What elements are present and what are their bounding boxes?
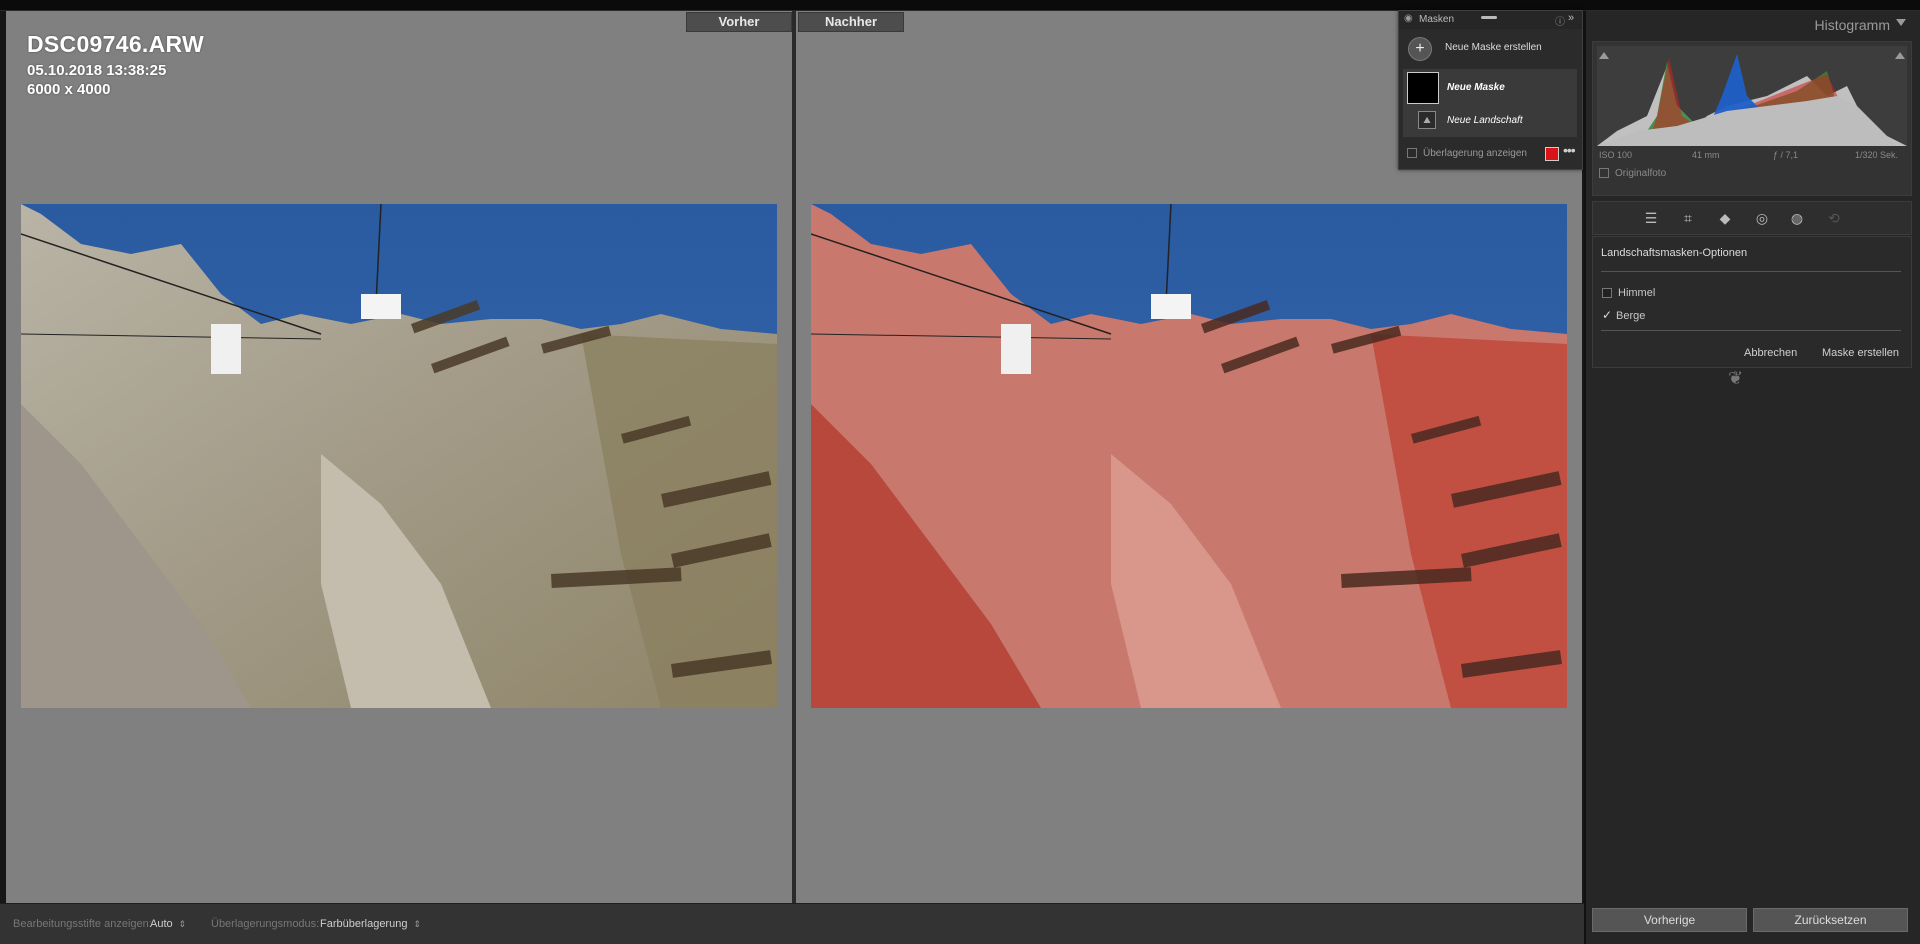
- masking-icon[interactable]: ◍: [1789, 210, 1805, 226]
- histogram: ISO 100 41 mm ƒ / 7,1 1/320 Sek. Origina…: [1592, 41, 1912, 196]
- collapse-triangle-icon[interactable]: [1896, 19, 1906, 26]
- collapse-chevron-icon[interactable]: »: [1568, 12, 1574, 24]
- previous-button[interactable]: Vorherige: [1592, 908, 1747, 932]
- histogram-graph: [1597, 46, 1907, 146]
- after-tab[interactable]: Nachher: [798, 12, 904, 32]
- eraser-icon[interactable]: ◆: [1717, 210, 1733, 226]
- focal-length: 41 mm: [1692, 150, 1720, 160]
- cancel-button[interactable]: Abbrechen: [1744, 347, 1797, 359]
- histogram-title: Histogramm: [1814, 17, 1890, 33]
- shadow-clipping-icon[interactable]: [1599, 52, 1609, 59]
- image-dimensions: 6000 x 4000: [27, 81, 111, 98]
- histogram-header[interactable]: Histogramm: [1586, 11, 1916, 39]
- masks-panel-header[interactable]: ◉ Masken ⓘ »: [1399, 11, 1582, 29]
- landscape-icon[interactable]: ⛰: [1418, 111, 1436, 129]
- mask-name[interactable]: Neue Maske: [1447, 82, 1505, 93]
- show-overlay-checkbox[interactable]: [1407, 148, 1417, 159]
- option-mountains[interactable]: ✓ Berge: [1602, 308, 1645, 322]
- mask-list[interactable]: Neue Maske ⛰ Neue Landschaft: [1403, 69, 1577, 137]
- masks-panel[interactable]: ◉ Masken ⓘ » + Neue Maske erstellen Neue…: [1398, 10, 1583, 170]
- aperture: ƒ / 7,1: [1773, 150, 1799, 160]
- top-strip: [0, 0, 1920, 11]
- panel-end-ornament-icon: ❦: [1728, 368, 1744, 388]
- before-tab[interactable]: Vorher: [686, 12, 792, 32]
- help-icon[interactable]: ⓘ: [1555, 13, 1565, 28]
- divider: [1601, 271, 1901, 272]
- show-overlay-toggle[interactable]: Überlagerung anzeigen: [1407, 148, 1527, 159]
- red-eye-icon[interactable]: ◎: [1754, 210, 1770, 226]
- eye-icon[interactable]: ◉: [1404, 13, 1413, 24]
- highlight-clipping-icon[interactable]: [1895, 52, 1905, 59]
- tool-strip: ☰ ⌗ ◆ ◎ ◍ ⟲: [1592, 201, 1912, 235]
- sliders-icon[interactable]: ☰: [1643, 210, 1659, 226]
- create-mask-label[interactable]: Neue Maske erstellen: [1445, 42, 1542, 53]
- original-photo-toggle[interactable]: Originalfoto: [1599, 168, 1666, 179]
- image-info-overlay: DSC09746.ARW 05.10.2018 13:38:25 6000 x …: [27, 31, 204, 98]
- drag-handle-icon[interactable]: [1481, 16, 1497, 19]
- capture-datetime: 05.10.2018 13:38:25: [27, 62, 167, 79]
- before-pane[interactable]: Vorher DSC09746.ARW 05.10.2018 13:38:25 …: [6, 11, 792, 903]
- show-overlay-label: Überlagerung anzeigen: [1423, 148, 1527, 159]
- mask-thumbnail[interactable]: [1407, 72, 1439, 104]
- overlay-mode-value: Farbüberlagerung: [320, 918, 408, 930]
- option-mountains-label: Berge: [1616, 310, 1646, 322]
- sky-checkbox[interactable]: [1602, 288, 1612, 299]
- right-panel: Histogramm ISO 100 41 mm ƒ / 7,1 1/320 S…: [1584, 11, 1920, 944]
- overlay-mode-select[interactable]: Farbüberlagerung ⇕: [320, 918, 421, 930]
- landscape-mask-options: Landschaftsmasken-Optionen Himmel ✓ Berge…: [1592, 236, 1912, 368]
- reset-button[interactable]: Zurücksetzen: [1753, 908, 1908, 932]
- iso-value: ISO 100: [1599, 150, 1633, 160]
- updown-icon: ⇕: [413, 919, 421, 929]
- presets-icon[interactable]: ⟲: [1826, 210, 1842, 226]
- more-options-icon[interactable]: •••: [1563, 142, 1576, 158]
- option-sky-label: Himmel: [1618, 287, 1656, 299]
- crop-icon[interactable]: ⌗: [1680, 210, 1696, 226]
- overlay-color-swatch[interactable]: [1545, 147, 1559, 161]
- original-photo-checkbox[interactable]: [1599, 168, 1609, 179]
- original-photo-label: Originalfoto: [1615, 168, 1667, 179]
- divider: [1601, 330, 1901, 331]
- updown-icon: ⇕: [178, 919, 187, 929]
- edit-pins-label: Bearbeitungsstifte anzeigen:: [13, 918, 152, 930]
- create-mask-button[interactable]: +: [1408, 37, 1432, 61]
- checkmark-icon[interactable]: ✓: [1602, 308, 1612, 322]
- bottom-toolbar: Bearbeitungsstifte anzeigen: Auto ⇕ Überl…: [0, 903, 1584, 944]
- mask-component-name[interactable]: Neue Landschaft: [1447, 115, 1523, 126]
- overlay-mode-label: Überlagerungsmodus:: [211, 918, 320, 930]
- file-name: DSC09746.ARW: [27, 31, 205, 57]
- edit-pins-value: Auto: [150, 918, 173, 930]
- landscape-options-title: Landschaftsmasken-Optionen: [1601, 247, 1748, 259]
- create-mask-button[interactable]: Maske erstellen: [1822, 347, 1899, 359]
- shutter-speed: 1/320 Sek.: [1855, 150, 1899, 160]
- after-photo-with-mask-overlay: [811, 204, 1567, 708]
- before-photo: [21, 204, 777, 708]
- masks-panel-title: Masken: [1419, 14, 1455, 25]
- lightroom-window: Vorher DSC09746.ARW 05.10.2018 13:38:25 …: [0, 0, 1920, 944]
- option-sky[interactable]: Himmel: [1602, 287, 1655, 299]
- edit-pins-select[interactable]: Auto ⇕: [150, 918, 186, 930]
